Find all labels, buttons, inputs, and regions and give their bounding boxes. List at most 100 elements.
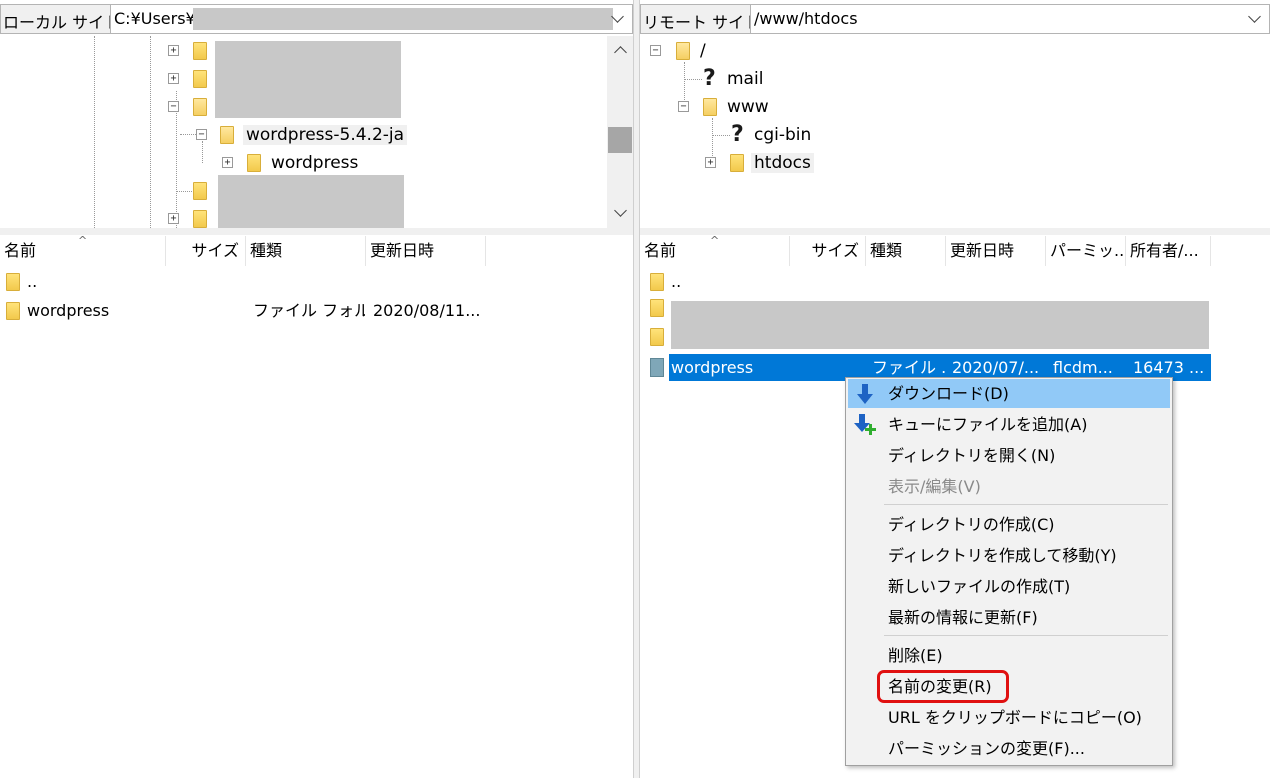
folder-icon — [650, 273, 664, 291]
menu-item-label: 表示/編集(V) — [888, 477, 981, 496]
menu-item-open-directory[interactable]: ディレクトリを開く(N) — [848, 441, 1170, 470]
remote-column-headers: 名前 ^ サイズ 種類 更新日時 パーミッ... 所有者/... — [640, 236, 1270, 266]
file-name: wordpress — [27, 301, 110, 320]
tree-guide-line — [684, 79, 702, 80]
folder-open-icon — [220, 126, 234, 144]
local-tree-scrollbar[interactable] — [607, 36, 633, 228]
remote-site-bar: リモート サイト: /www/htdocs — [640, 4, 1270, 34]
local-column-headers: 名前 ^ サイズ 種類 更新日時 — [0, 236, 633, 266]
menu-item-create-new-file[interactable]: 新しいファイルの作成(T) — [848, 572, 1170, 601]
remote-site-label: リモート サイト: — [643, 13, 766, 32]
folder-icon — [193, 182, 207, 200]
folder-icon-selected — [650, 358, 664, 377]
tree-item-wordpress[interactable]: wordpress — [271, 153, 358, 173]
vertical-splitter[interactable] — [633, 0, 640, 778]
collapse-toggle-icon[interactable]: − — [650, 45, 661, 56]
file-name: wordpress — [671, 358, 754, 377]
menu-item-label: キューにファイルを追加(A) — [888, 415, 1088, 434]
local-directory-tree[interactable]: + + − − wordpress-5.4.2-ja + wordpress + — [0, 36, 633, 228]
menu-item-label: ダウンロード(D) — [888, 384, 1009, 403]
local-site-bar: ローカル サイト: C:¥Users¥ — [0, 4, 633, 34]
folder-icon — [193, 70, 207, 88]
menu-item-label: URL をクリップボードにコピー(O) — [888, 708, 1142, 727]
chevron-down-icon[interactable] — [1248, 10, 1261, 23]
rename-highlight-ring — [877, 670, 1009, 703]
menu-item-copy-url[interactable]: URL をクリップボードにコピー(O) — [848, 703, 1170, 732]
menu-item-view-edit: 表示/編集(V) — [848, 472, 1170, 501]
local-site-path: C:¥Users¥ — [114, 9, 196, 28]
sort-ascending-icon: ^ — [710, 236, 720, 247]
unknown-folder-icon: ? — [703, 66, 718, 91]
expand-toggle-icon[interactable]: + — [705, 157, 716, 168]
tree-guide-line — [94, 36, 95, 228]
table-row[interactable]: wordpress ファイル フォル... 2020/08/11... — [0, 297, 633, 325]
column-header-size[interactable]: サイズ — [790, 236, 866, 266]
menu-item-label: 削除(E) — [888, 646, 943, 665]
local-site-label: ローカル サイト: — [3, 13, 126, 32]
folder-icon — [6, 302, 20, 320]
remote-directory-tree[interactable]: − / ? mail − www ? cgi-bin + htdocs — [640, 36, 1270, 228]
folder-icon — [730, 154, 744, 172]
tree-guide-line — [180, 134, 196, 135]
redacted-folder-names — [218, 175, 404, 228]
redacted-file-rows — [671, 301, 1209, 349]
table-row[interactable]: .. — [640, 268, 1270, 296]
menu-item-refresh[interactable]: 最新の情報に更新(F) — [848, 603, 1170, 632]
column-header-modified[interactable]: 更新日時 — [946, 236, 1046, 266]
folder-open-icon — [193, 98, 207, 116]
folder-icon — [650, 299, 664, 317]
scrollbar-thumb[interactable] — [608, 127, 632, 153]
expand-toggle-icon[interactable]: + — [222, 157, 233, 168]
folder-icon — [193, 210, 207, 228]
collapse-toggle-icon[interactable]: − — [196, 129, 207, 140]
tree-guide-line — [176, 191, 192, 192]
folder-icon — [650, 328, 664, 346]
chevron-down-icon[interactable] — [611, 10, 624, 23]
expand-toggle-icon[interactable]: + — [168, 45, 179, 56]
column-header-type[interactable]: 種類 — [246, 236, 366, 266]
collapse-toggle-icon[interactable]: − — [678, 101, 689, 112]
folder-icon — [193, 42, 207, 60]
menu-item-create-directory[interactable]: ディレクトリの作成(C) — [848, 510, 1170, 539]
column-header-owner[interactable]: 所有者/... — [1126, 236, 1211, 266]
tree-item-htdocs[interactable]: htdocs — [751, 153, 814, 173]
table-row[interactable]: .. — [0, 268, 633, 296]
tree-item-cgi-bin[interactable]: cgi-bin — [754, 125, 811, 145]
tree-item-www[interactable]: www — [727, 97, 769, 117]
menu-item-label: パーミッションの変更(F)... — [888, 739, 1085, 758]
menu-item-download[interactable]: ダウンロード(D) — [848, 379, 1170, 408]
file-modified: 2020/08/11... — [373, 301, 481, 320]
expand-toggle-icon[interactable]: + — [168, 73, 179, 84]
collapse-toggle-icon[interactable]: − — [168, 101, 179, 112]
remote-site-path-combo[interactable]: /www/htdocs — [750, 5, 1269, 33]
column-header-modified[interactable]: 更新日時 — [366, 236, 486, 266]
menu-separator — [884, 504, 1168, 505]
tree-item-mail[interactable]: mail — [727, 69, 763, 89]
menu-item-label: ディレクトリを開く(N) — [888, 446, 1056, 465]
tree-guide-line — [150, 36, 151, 228]
menu-item-create-directory-and-enter[interactable]: ディレクトリを作成して移動(Y) — [848, 541, 1170, 570]
sort-ascending-icon: ^ — [78, 236, 88, 247]
unknown-folder-icon: ? — [731, 122, 746, 147]
tree-guide-line — [202, 141, 203, 163]
tree-item-wordpress-5.4.2-ja[interactable]: wordpress-5.4.2-ja — [243, 125, 408, 145]
menu-item-change-permissions[interactable]: パーミッションの変更(F)... — [848, 734, 1170, 763]
scroll-up-icon[interactable] — [614, 46, 627, 59]
tree-item-root[interactable]: / — [700, 41, 706, 61]
local-site-path-combo[interactable]: C:¥Users¥ — [110, 5, 632, 33]
local-file-list[interactable]: 名前 ^ サイズ 種類 更新日時 .. wordpress ファイル フォル..… — [0, 236, 633, 778]
menu-item-delete[interactable]: 削除(E) — [848, 641, 1170, 670]
column-header-type[interactable]: 種類 — [866, 236, 946, 266]
redacted-folder-names — [215, 41, 401, 118]
folder-icon — [247, 154, 261, 172]
file-name: .. — [671, 272, 682, 291]
menu-item-add-to-queue[interactable]: キューにファイルを追加(A) — [848, 410, 1170, 439]
menu-item-label: 最新の情報に更新(F) — [888, 608, 1038, 627]
menu-item-label: 新しいファイルの作成(T) — [888, 577, 1071, 596]
scroll-down-icon[interactable] — [614, 204, 627, 217]
expand-toggle-icon[interactable]: + — [168, 213, 179, 224]
menu-separator — [884, 635, 1168, 636]
column-header-permissions[interactable]: パーミッ... — [1046, 236, 1126, 266]
folder-open-icon — [676, 42, 690, 60]
column-header-size[interactable]: サイズ — [166, 236, 246, 266]
